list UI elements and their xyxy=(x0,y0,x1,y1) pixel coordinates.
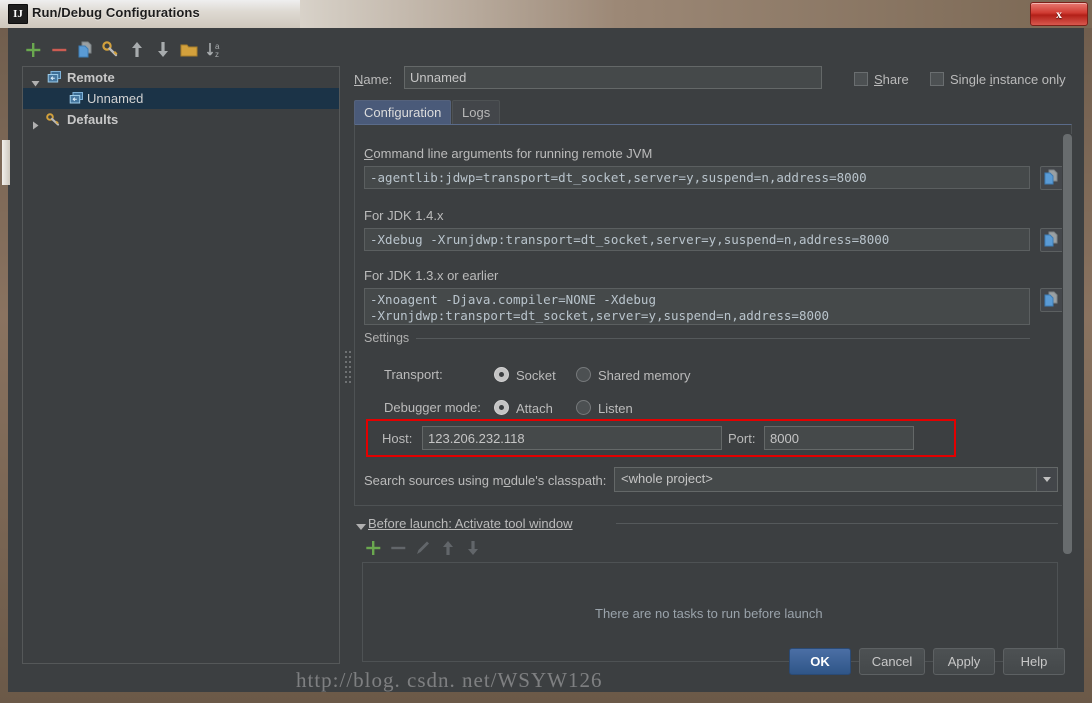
radio-button xyxy=(494,367,509,382)
edit-task-icon[interactable] xyxy=(412,536,434,560)
tab-bar: Configuration Logs xyxy=(354,100,1074,124)
jdk13-label: For JDK 1.3.x or earlier xyxy=(364,268,499,283)
move-up-icon[interactable] xyxy=(126,38,148,62)
close-icon[interactable]: x xyxy=(1030,2,1088,26)
host-label: Host: xyxy=(382,431,413,446)
add-icon[interactable] xyxy=(22,38,44,62)
wrench-icon xyxy=(45,112,61,133)
tree-item-label: Unnamed xyxy=(87,91,144,106)
expand-triangle-icon[interactable] xyxy=(31,73,40,87)
host-input[interactable] xyxy=(422,426,722,450)
port-label: Port: xyxy=(728,431,756,446)
window-title: Run/Debug Configurations xyxy=(32,5,200,20)
single-instance-only-checkbox[interactable]: Single instance only xyxy=(930,72,1066,87)
name-input[interactable] xyxy=(404,66,822,89)
title-bar-gradient xyxy=(300,0,1092,28)
name-label: Name: xyxy=(354,72,393,87)
dialog-body: a z Remote Unnamed Defaults Name: Unname… xyxy=(8,28,1084,692)
save-configuration-icon[interactable] xyxy=(100,38,122,62)
move-task-down-icon[interactable] xyxy=(462,536,484,560)
tab-configuration[interactable]: Configuration xyxy=(354,100,452,124)
sort-alphabetically-icon[interactable]: a z xyxy=(204,38,226,62)
before-launch-empty-text: There are no tasks to run before launch xyxy=(595,606,823,621)
tree-item-defaults[interactable]: Defaults xyxy=(23,109,339,130)
copy-icon[interactable] xyxy=(1040,228,1064,252)
classpath-label: Search sources using module's classpath: xyxy=(364,473,607,488)
window-scrollbar-thumb[interactable] xyxy=(2,140,10,185)
apply-button[interactable]: Apply xyxy=(933,648,995,675)
classpath-dropdown[interactable]: <whole project> xyxy=(614,467,1058,492)
share-checkbox[interactable]: Share xyxy=(854,72,909,87)
checkbox-box xyxy=(930,72,944,86)
app-icon: IJ xyxy=(8,4,28,24)
copy-configuration-icon[interactable] xyxy=(74,38,96,62)
move-task-up-icon[interactable] xyxy=(437,536,459,560)
jdk13-field[interactable]: -Xnoagent -Djava.compiler=NONE -Xdebug -… xyxy=(364,288,1030,325)
before-launch-header: Before launch: Activate tool window xyxy=(368,516,573,531)
remove-task-icon[interactable] xyxy=(387,536,409,560)
copy-icon[interactable] xyxy=(1040,166,1064,190)
debugger-mode-option-listen[interactable]: Listen xyxy=(576,400,633,416)
add-task-icon[interactable] xyxy=(362,536,384,560)
dialog-window: IJ Run/Debug Configurations x a z Remote… xyxy=(0,0,1092,703)
tree-item-remote[interactable]: Remote xyxy=(23,67,339,88)
transport-option-socket[interactable]: Socket xyxy=(494,367,556,383)
jdk14-field[interactable]: -Xdebug -Xrunjdwp:transport=dt_socket,se… xyxy=(364,228,1030,251)
collapse-triangle-icon[interactable] xyxy=(31,115,40,130)
transport-label: Transport: xyxy=(384,367,443,382)
help-button[interactable]: Help xyxy=(1003,648,1065,675)
before-launch-line xyxy=(616,523,1058,524)
checkbox-box xyxy=(854,72,868,86)
tree-item-label: Remote xyxy=(67,70,115,85)
main-scrollbar-thumb[interactable] xyxy=(1063,134,1072,554)
panel-splitter[interactable] xyxy=(342,66,354,664)
port-input[interactable] xyxy=(764,426,914,450)
settings-group-title: Settings xyxy=(364,331,416,345)
debugger-mode-option-attach[interactable]: Attach xyxy=(494,400,553,416)
splitter-grip xyxy=(345,351,351,387)
tree-toolbar: a z xyxy=(22,38,342,64)
radio-button xyxy=(494,400,509,415)
remove-icon[interactable] xyxy=(48,38,70,62)
cmdline-args-label: Command line arguments for running remot… xyxy=(364,146,653,161)
before-launch-task-list[interactable]: There are no tasks to run before launch xyxy=(362,562,1058,662)
chevron-down-icon[interactable] xyxy=(1036,468,1057,491)
tree-item-label: Defaults xyxy=(67,112,119,127)
ok-button[interactable]: OK xyxy=(789,648,851,675)
move-down-icon[interactable] xyxy=(152,38,174,62)
tab-logs[interactable]: Logs xyxy=(452,100,501,124)
transport-option-shared-memory[interactable]: Shared memory xyxy=(576,367,690,383)
radio-button xyxy=(576,400,591,415)
debugger-mode-label: Debugger mode: xyxy=(384,400,481,415)
copy-icon[interactable] xyxy=(1040,288,1064,312)
radio-button xyxy=(576,367,591,382)
tree-item-unnamed[interactable]: Unnamed xyxy=(23,88,339,109)
jdk14-label: For JDK 1.4.x xyxy=(364,208,444,223)
svg-text:z: z xyxy=(215,50,219,59)
configuration-pane: Name: Share Single instance only Configu… xyxy=(354,34,1074,664)
classpath-selected-value: <whole project> xyxy=(621,471,713,486)
settings-group-line xyxy=(416,338,1030,339)
cmdline-args-field[interactable]: -agentlib:jdwp=transport=dt_socket,serve… xyxy=(364,166,1030,189)
before-launch-toolbar xyxy=(362,536,562,560)
before-launch-collapse-icon[interactable] xyxy=(356,524,366,530)
main-scrollbar-track[interactable] xyxy=(1062,134,1073,664)
new-folder-icon[interactable] xyxy=(178,38,200,62)
cancel-button[interactable]: Cancel xyxy=(859,648,925,675)
configuration-tree[interactable]: Remote Unnamed Defaults xyxy=(22,66,340,664)
